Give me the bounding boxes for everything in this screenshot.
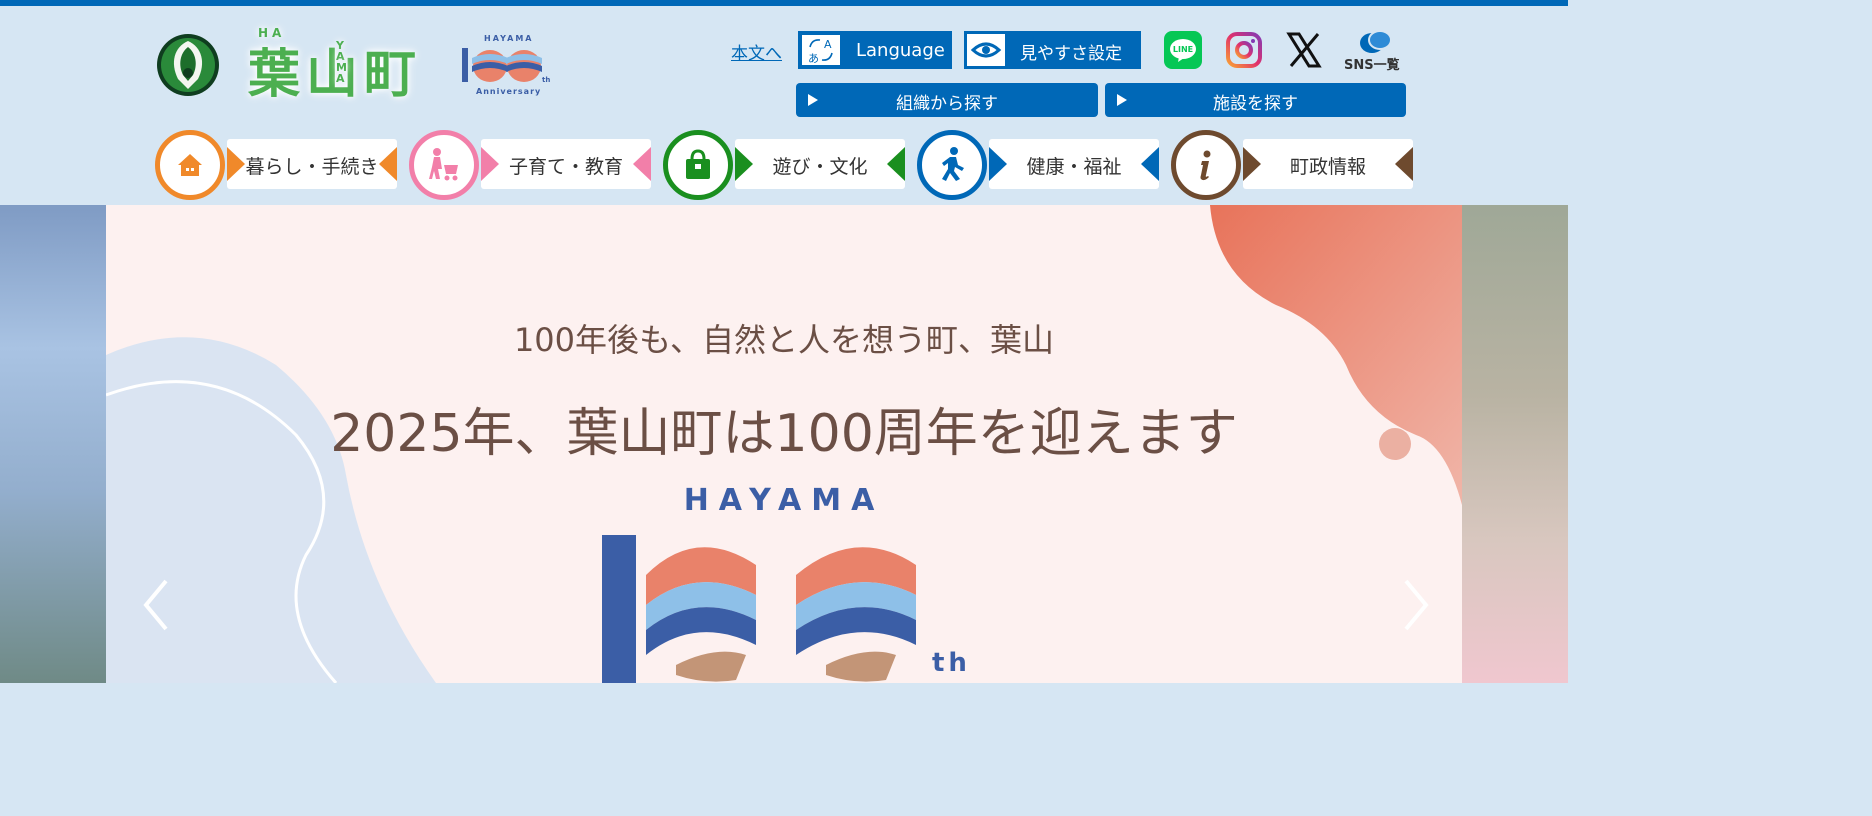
speech-bubble-icon xyxy=(1360,31,1392,53)
nav-circle xyxy=(409,130,479,200)
anniversary-logo-small: HAYAMA th Anniversary xyxy=(460,34,552,100)
translate-icon: A あ xyxy=(802,35,840,65)
sns-list-link[interactable]: SNS一覧 xyxy=(1342,31,1404,73)
nav-label-box: 健康・福祉 xyxy=(989,139,1159,189)
nav-arrow-right-icon xyxy=(1395,147,1413,181)
chevron-left-icon xyxy=(143,579,168,631)
anniversary-logo-small-top: HAYAMA xyxy=(484,34,534,43)
anniversary-suffix: th xyxy=(932,648,971,678)
nav-label-box: 町政情報 xyxy=(1243,139,1413,189)
house-icon xyxy=(166,141,214,189)
search-by-facility-label: 施設を探す xyxy=(1213,94,1298,114)
svg-text:あ: あ xyxy=(808,52,819,65)
carousel-prev-button[interactable] xyxy=(136,575,176,635)
anniversary-logo-title: HAYAMA xyxy=(683,483,885,518)
nav-town-administration[interactable]: 町政情報 xyxy=(1171,130,1415,200)
nav-circle xyxy=(1171,130,1241,200)
anniversary-100-mark-icon: th xyxy=(462,48,550,84)
town-emblem-icon[interactable] xyxy=(156,33,220,97)
nav-label: 遊び・文化 xyxy=(772,156,868,178)
nav-arrow-right-icon xyxy=(633,147,651,181)
line-icon-text: LINE xyxy=(1173,45,1193,54)
hero-catchphrase: 100年後も、自然と人を想う町、葉山 xyxy=(513,321,1055,359)
svg-text:th: th xyxy=(542,76,550,84)
chevron-right-icon xyxy=(1404,579,1429,631)
next-slide-peek xyxy=(1462,205,1568,683)
accessibility-settings-label: 見やすさ設定 xyxy=(1020,44,1122,64)
previous-slide-peek xyxy=(0,205,106,683)
nav-label: 暮らし・手続き xyxy=(245,156,379,178)
bag-icon xyxy=(674,141,722,189)
site-logo-text[interactable]: HA YAMA 葉山町 xyxy=(248,26,423,107)
eye-icon xyxy=(967,34,1005,66)
stroller-icon xyxy=(420,141,468,189)
search-by-organization-button[interactable]: 組織から探す xyxy=(796,83,1098,117)
town-name-label: 葉山町 xyxy=(248,45,423,105)
x-link[interactable] xyxy=(1285,31,1323,69)
language-button-label: Language xyxy=(856,40,945,61)
hero-headline: 2025年、葉山町は100周年を迎えます xyxy=(330,404,1238,464)
line-icon: LINE xyxy=(1170,39,1196,62)
instagram-icon xyxy=(1226,32,1262,68)
language-button[interactable]: A あ Language xyxy=(798,31,952,69)
sns-list-label: SNS一覧 xyxy=(1344,58,1400,73)
nav-label-box: 遊び・文化 xyxy=(735,139,905,189)
anniversary-logo-small-bottom: Anniversary xyxy=(476,87,542,96)
nav-label: 子育て・教育 xyxy=(508,156,623,178)
hero-carousel: 100年後も、自然と人を想う町、葉山 2025年、葉山町は100周年を迎えます … xyxy=(0,205,1568,683)
x-icon xyxy=(1286,32,1322,68)
nav-arrow-right-icon xyxy=(1141,147,1159,181)
anniversary-100-logo-icon: th xyxy=(602,535,971,683)
line-link[interactable]: LINE xyxy=(1164,31,1202,69)
carousel-next-button[interactable] xyxy=(1396,575,1436,635)
skip-to-content-link[interactable]: 本文へ xyxy=(731,39,782,64)
nav-living-procedures[interactable]: 暮らし・手続き xyxy=(155,130,399,200)
svg-text:A: A xyxy=(824,38,832,51)
nav-label-box: 子育て・教育 xyxy=(481,139,651,189)
search-by-organization-label: 組織から探す xyxy=(896,94,998,114)
nav-circle xyxy=(155,130,225,200)
nav-label-box: 暮らし・手続き xyxy=(227,139,397,189)
town-romaji-yama: YAMA xyxy=(336,39,347,85)
walking-person-icon xyxy=(928,141,976,189)
nav-health-welfare[interactable]: 健康・福祉 xyxy=(917,130,1161,200)
town-romaji-ha: HA xyxy=(258,26,286,40)
nav-arrow-right-icon xyxy=(379,147,397,181)
accessibility-settings-button[interactable]: 見やすさ設定 xyxy=(964,31,1141,69)
nav-arrow-right-icon xyxy=(887,147,905,181)
nav-circle xyxy=(917,130,987,200)
nav-label: 健康・福祉 xyxy=(1026,156,1122,178)
nav-label: 町政情報 xyxy=(1289,156,1366,178)
nav-childcare-education[interactable]: 子育て・教育 xyxy=(409,130,653,200)
site-header: HA YAMA 葉山町 HAYAMA th Anniversary 本文へ A … xyxy=(0,6,1568,205)
info-icon xyxy=(1182,141,1230,189)
search-by-facility-button[interactable]: 施設を探す xyxy=(1105,83,1406,117)
hero-slide[interactable]: 100年後も、自然と人を想う町、葉山 2025年、葉山町は100周年を迎えます … xyxy=(106,205,1462,683)
instagram-link[interactable] xyxy=(1225,31,1263,69)
nav-leisure-culture[interactable]: 遊び・文化 xyxy=(663,130,907,200)
nav-circle xyxy=(663,130,733,200)
